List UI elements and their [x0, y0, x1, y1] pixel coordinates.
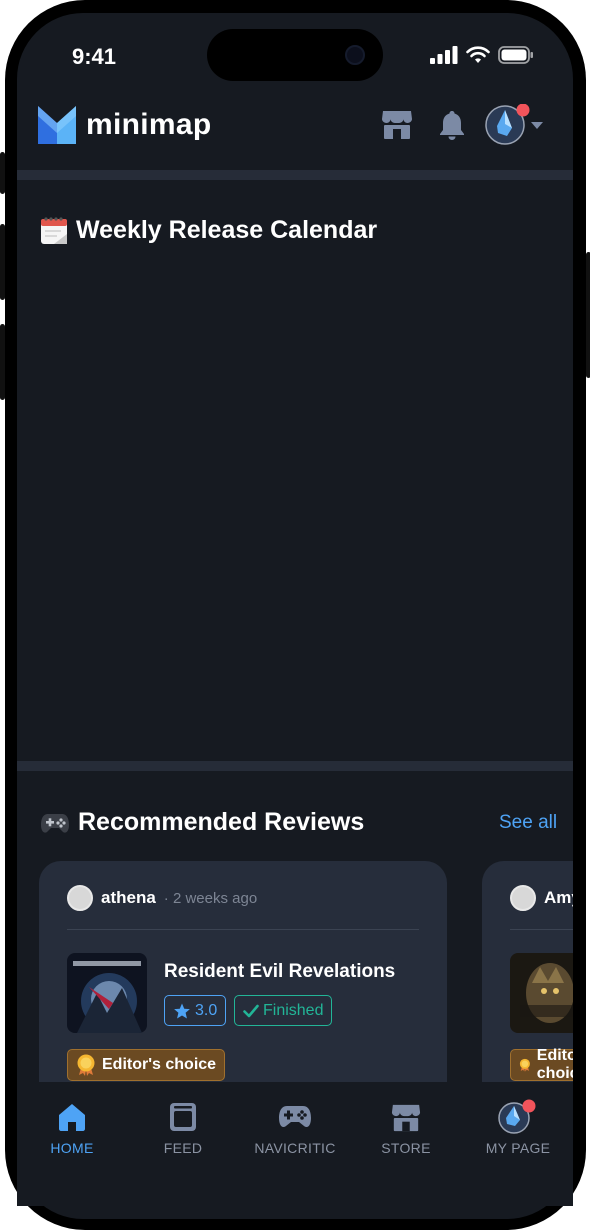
- card-divider: [67, 929, 419, 930]
- rating-value: 3.0: [195, 1001, 218, 1019]
- tab-label: FEED: [163, 1140, 203, 1156]
- see-all-link[interactable]: See all: [499, 812, 557, 834]
- review-author[interactable]: athena · 2 weeks ago: [67, 885, 257, 911]
- header-divider: [17, 170, 573, 180]
- dynamic-island: [207, 29, 383, 81]
- store-header-button[interactable]: [381, 108, 413, 145]
- tab-my-page[interactable]: MY PAGE: [468, 1099, 568, 1156]
- tab-navicritic[interactable]: NAVICRITIC: [245, 1100, 345, 1156]
- section-divider: [17, 761, 573, 771]
- star-icon: [174, 1003, 190, 1018]
- rating-badge: 3.0: [164, 995, 227, 1026]
- card-divider: [510, 929, 573, 930]
- status-badge: Finished: [234, 995, 333, 1026]
- badge-label: Editor's choice: [536, 1047, 573, 1082]
- calendar-title: Weekly Release Calendar: [76, 215, 378, 244]
- badge-label: Editor's choice: [102, 1056, 217, 1073]
- tab-store[interactable]: STORE: [356, 1100, 456, 1156]
- game-title[interactable]: Resident Evil Revelations: [164, 961, 395, 983]
- medal-icon: [77, 1054, 95, 1076]
- editors-choice-badge: Editor's choice: [510, 1047, 573, 1082]
- signal-icon: [430, 46, 458, 64]
- reviews-title: Recommended Reviews: [78, 808, 365, 836]
- status-label: Finished: [263, 1001, 324, 1019]
- user-avatar: [67, 885, 93, 911]
- bell-icon: [440, 111, 464, 140]
- app-name: minimap: [86, 108, 212, 141]
- status-icons: [430, 46, 534, 64]
- editors-choice-badge: Editor's choice: [67, 1049, 226, 1081]
- bottom-tab-bar: HOME FEED NAVICRITIC STORE MY PAGE: [17, 1082, 573, 1206]
- profile-menu[interactable]: [485, 103, 547, 151]
- home-icon: [59, 1104, 85, 1131]
- calendar-section-title: Weekly Release Calendar: [40, 215, 377, 245]
- avatar-icon: [498, 1099, 536, 1134]
- tab-home[interactable]: HOME: [22, 1100, 122, 1156]
- avatar-icon: [485, 103, 543, 145]
- game-cover[interactable]: [510, 953, 573, 1033]
- reviews-section-title: Recommended Reviews: [40, 808, 364, 837]
- wifi-icon: [466, 46, 490, 63]
- store-icon: [382, 111, 412, 139]
- battery-icon: [498, 46, 533, 64]
- tab-label: NAVICRITIC: [254, 1140, 336, 1156]
- game-cover[interactable]: [67, 953, 147, 1033]
- tab-label: HOME: [50, 1140, 94, 1156]
- feed-icon: [170, 1103, 196, 1131]
- tab-label: STORE: [381, 1140, 431, 1156]
- status-time: 9:41: [72, 44, 117, 69]
- medal-icon: [519, 1058, 530, 1072]
- review-time: · 2 weeks ago: [163, 889, 258, 907]
- notification-button[interactable]: [439, 110, 465, 145]
- check-icon: [243, 1004, 259, 1017]
- user-avatar: [510, 885, 536, 911]
- app-logo[interactable]: minimap: [38, 106, 211, 144]
- tab-label: MY PAGE: [485, 1140, 551, 1156]
- username: athena: [101, 888, 156, 907]
- gamepad-emoji-icon: [41, 813, 69, 833]
- username: Amy: [544, 888, 573, 907]
- gamepad-icon: [279, 1106, 311, 1128]
- calendar-icon: [41, 217, 67, 244]
- store-icon: [391, 1104, 421, 1132]
- minimap-logo-icon: [38, 106, 76, 144]
- review-author[interactable]: Amy: [510, 885, 573, 911]
- tab-feed[interactable]: FEED: [133, 1100, 233, 1156]
